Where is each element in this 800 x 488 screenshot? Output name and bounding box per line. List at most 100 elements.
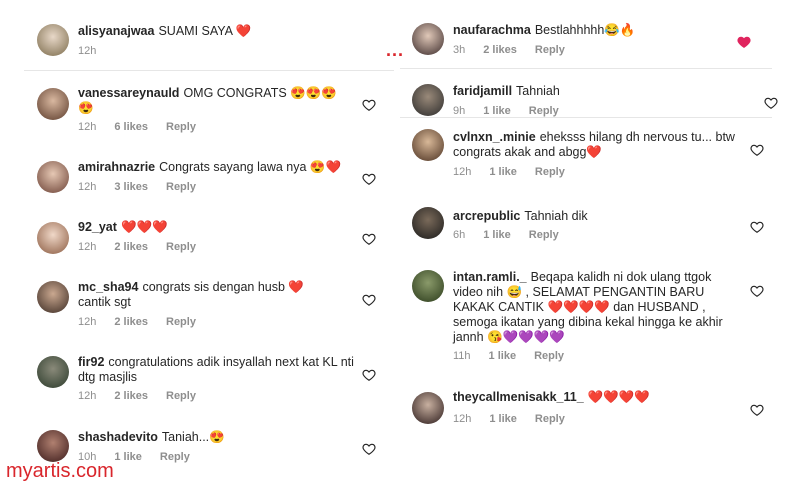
comment-username[interactable]: amirahnazrie <box>78 160 155 174</box>
comment-likes[interactable]: 1 like <box>489 166 517 178</box>
comment-username[interactable]: intan.ramli._ <box>453 270 527 284</box>
like-heart-icon[interactable] <box>362 442 376 456</box>
comment-text: theycallmenisakk_11_ ❤️❤️❤️❤️ <box>453 390 733 405</box>
comment-username[interactable]: theycallmenisakk_11_ <box>453 390 584 404</box>
avatar[interactable] <box>412 207 444 239</box>
comment-username[interactable]: naufarachma <box>453 23 531 37</box>
comment-likes[interactable]: 1 like <box>114 451 142 463</box>
comment-meta: 3h 2 likes Reply <box>453 44 565 56</box>
like-heart-icon[interactable] <box>362 98 376 112</box>
like-heart-icon[interactable] <box>750 403 764 417</box>
like-heart-icon[interactable] <box>362 293 376 307</box>
comment-likes[interactable]: 2 likes <box>114 241 148 253</box>
avatar[interactable] <box>37 281 69 313</box>
comment-username[interactable]: arcrepublic <box>453 209 520 223</box>
comment-meta: 12h 2 likes Reply <box>78 390 196 402</box>
comment-text: intan.ramli._ Beqapa kalidh ni dok ulang … <box>453 270 743 345</box>
avatar[interactable] <box>412 84 444 116</box>
comment-text: cvlnxn_.minie eheksss hilang dh nervous t… <box>453 130 743 160</box>
divider <box>24 70 394 71</box>
comment-body: SUAMI SAYA ❤️ <box>158 24 252 38</box>
comment-meta: 12h 2 likes Reply <box>78 241 196 253</box>
like-heart-icon[interactable] <box>750 143 764 157</box>
reply-button[interactable]: Reply <box>166 181 196 193</box>
comment-body: ❤️❤️❤️❤️ <box>587 390 650 404</box>
comment-username[interactable]: cvlnxn_.minie <box>453 130 536 144</box>
reply-button[interactable]: Reply <box>535 44 565 56</box>
comment-time: 9h <box>453 105 466 117</box>
avatar[interactable] <box>37 161 69 193</box>
comment-meta: 12h 1 like Reply <box>453 166 565 178</box>
comment-username[interactable]: 92_yat <box>78 220 117 234</box>
comment-likes[interactable]: 6 likes <box>114 121 148 133</box>
reply-button[interactable]: Reply <box>535 166 565 178</box>
comment-username[interactable]: faridjamill <box>453 84 512 98</box>
comment-likes[interactable]: 1 like <box>483 229 511 241</box>
comment-body: Taniah...😍 <box>161 430 225 444</box>
avatar[interactable] <box>37 222 69 254</box>
avatar[interactable] <box>412 129 444 161</box>
comment-time: 11h <box>453 350 471 362</box>
comment-body: Bestlahhhhh😂🔥 <box>534 23 636 37</box>
like-heart-icon[interactable] <box>362 232 376 246</box>
comment-username[interactable]: alisyanajwaa <box>78 24 154 38</box>
comment-meta: 12h 2 likes Reply <box>78 316 196 328</box>
comment-likes[interactable]: 1 like <box>483 105 511 117</box>
comment-text: amirahnazrie Congrats sayang lawa nya 😍❤️ <box>78 160 368 175</box>
comment-meta: 11h 1 like Reply <box>453 350 564 362</box>
comment-body: Congrats sayang lawa nya 😍❤️ <box>159 160 342 174</box>
comment-likes[interactable]: 2 likes <box>483 44 517 56</box>
reply-button[interactable]: Reply <box>529 229 559 241</box>
comment-text: faridjamill Tahniah <box>453 84 733 99</box>
reply-button[interactable]: Reply <box>166 121 196 133</box>
like-heart-icon[interactable] <box>750 284 764 298</box>
comment-likes[interactable]: 1 like <box>489 350 517 362</box>
comment-likes[interactable]: 3 likes <box>114 181 148 193</box>
comment-time: 12h <box>78 241 97 253</box>
comment-text: shashadevito Taniah...😍 <box>78 430 358 445</box>
comment-username[interactable]: fir92 <box>78 355 104 369</box>
liked-heart-icon[interactable] <box>737 35 751 49</box>
comment-time: 12h <box>78 121 97 133</box>
comment-likes[interactable]: 1 like <box>489 413 517 425</box>
comment-time: 12h <box>453 166 472 178</box>
reply-button[interactable]: Reply <box>160 451 190 463</box>
reply-button[interactable]: Reply <box>166 390 196 402</box>
reply-button[interactable]: Reply <box>529 105 559 117</box>
comment-meta: 12h 3 likes Reply <box>78 181 196 193</box>
like-heart-icon[interactable] <box>362 368 376 382</box>
avatar[interactable] <box>412 270 444 302</box>
avatar[interactable] <box>37 88 69 120</box>
comment-body: ❤️❤️❤️ <box>120 220 168 234</box>
reply-button[interactable]: Reply <box>166 241 196 253</box>
comment-username[interactable]: mc_sha94 <box>78 280 138 294</box>
comment-time: 3h <box>453 44 466 56</box>
comment-username[interactable]: shashadevito <box>78 430 158 444</box>
comment-text: vanessareynauld OMG CONGRATS 😍😍😍😍 <box>78 86 348 116</box>
avatar[interactable] <box>37 24 69 56</box>
comment-time: 12h <box>78 390 97 402</box>
comment-time: 12h <box>78 181 97 193</box>
like-heart-icon[interactable] <box>362 172 376 186</box>
ellipsis-separator: ... <box>386 40 405 60</box>
comment-time: 12h <box>78 316 97 328</box>
avatar[interactable] <box>412 392 444 424</box>
comment-meta: 6h 1 like Reply <box>453 229 559 241</box>
reply-button[interactable]: Reply <box>534 350 564 362</box>
divider <box>400 117 772 118</box>
avatar[interactable] <box>37 356 69 388</box>
comment-meta: 12h <box>78 45 96 57</box>
comment-meta: 12h 1 like Reply <box>453 413 565 425</box>
reply-button[interactable]: Reply <box>535 413 565 425</box>
avatar[interactable] <box>412 23 444 55</box>
watermark-text: myartis.com <box>6 460 114 482</box>
like-heart-icon[interactable] <box>764 96 778 110</box>
comment-time: 12h <box>453 413 472 425</box>
comment-likes[interactable]: 2 likes <box>114 390 148 402</box>
comment-likes[interactable]: 2 likes <box>114 316 148 328</box>
reply-button[interactable]: Reply <box>166 316 196 328</box>
comment-username[interactable]: vanessareynauld <box>78 86 179 100</box>
like-heart-icon[interactable] <box>750 220 764 234</box>
avatar[interactable] <box>37 430 69 462</box>
comment-text: alisyanajwaa SUAMI SAYA ❤️ <box>78 24 378 39</box>
